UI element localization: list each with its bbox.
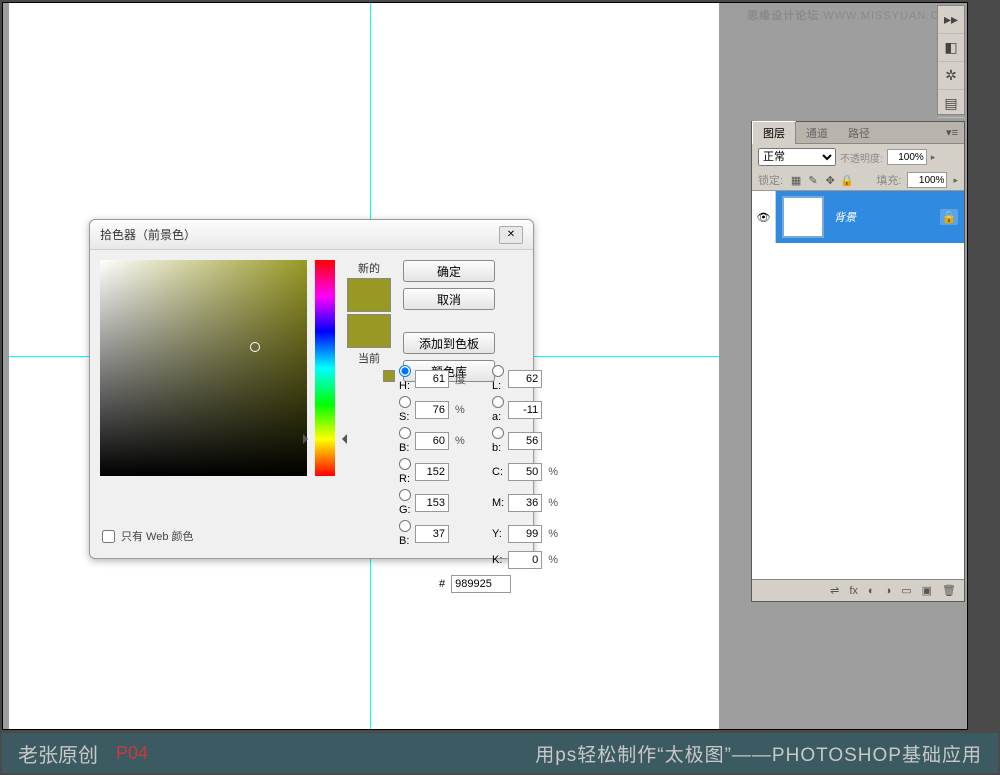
new-color-label: 新的 <box>358 260 380 276</box>
input-k[interactable] <box>508 551 542 569</box>
fill-flyout-icon[interactable]: ▸ <box>953 175 958 186</box>
watermark: 思缘设计论坛 WWW.MISSYUAN.COM <box>747 7 959 23</box>
radio-rgb-b[interactable] <box>399 520 411 532</box>
lock-paint-icon[interactable]: ✎ <box>806 174 820 187</box>
input-g[interactable] <box>415 494 449 512</box>
hex-label: # <box>439 578 445 590</box>
tab-layers[interactable]: 图层 <box>752 121 796 144</box>
mask-icon[interactable]: ◐ <box>868 585 875 597</box>
fx-icon[interactable]: fx <box>849 585 858 597</box>
new-color-swatch <box>347 278 391 312</box>
trash-icon[interactable]: 🗑 <box>942 584 956 597</box>
cancel-button[interactable]: 取消 <box>403 288 495 310</box>
input-rgb-b[interactable] <box>415 525 449 543</box>
color-field[interactable] <box>100 260 307 476</box>
expand-icon[interactable]: ▸▸ <box>938 6 964 34</box>
lock-label: 锁定: <box>758 172 783 188</box>
color-field-cursor[interactable] <box>250 342 260 352</box>
radio-a[interactable] <box>492 396 504 408</box>
right-tool-strip: ▸▸ ◧ ✲ ▤ <box>937 5 965 115</box>
color-values: H:度 L: S:% a: B:% b: R: C:% G: M:% B: Y:… <box>399 365 558 593</box>
input-lab-b[interactable] <box>508 432 542 450</box>
doc-icon[interactable]: ▤ <box>938 90 964 118</box>
input-h[interactable] <box>415 370 449 388</box>
footer-title: 用ps轻松制作“太极图”——PHOTOSHOP基础应用 <box>535 740 982 767</box>
adjustment-icon[interactable]: ◑ <box>885 585 892 597</box>
input-l[interactable] <box>508 370 542 388</box>
footer-page: P04 <box>116 743 148 764</box>
footer-bar: 老张原创 P04 用ps轻松制作“太极图”——PHOTOSHOP基础应用 <box>2 733 998 773</box>
lock-all-icon[interactable]: 🔒 <box>840 174 854 187</box>
input-a[interactable] <box>508 401 542 419</box>
lock-position-icon[interactable]: ✥ <box>823 174 837 187</box>
new-layer-icon[interactable]: ▣ <box>922 584 932 597</box>
opacity-flyout-icon[interactable]: ▸ <box>931 152 936 163</box>
radio-b[interactable] <box>399 427 411 439</box>
input-c[interactable] <box>508 463 542 481</box>
layer-list: 👁 背景 🔒 <box>752 191 964 579</box>
input-y[interactable] <box>508 525 542 543</box>
dialog-title: 拾色器（前景色） <box>100 226 196 243</box>
close-icon[interactable]: ✕ <box>499 226 523 244</box>
layers-panel: 图层 通道 路径 ▾≡ 正常 不透明度: ▸ 锁定: ▦ ✎ ✥ 🔒 填充: ▸ <box>751 121 965 602</box>
radio-h[interactable] <box>399 365 411 377</box>
radio-r[interactable] <box>399 458 411 470</box>
eye-icon[interactable]: 👁 <box>757 211 771 224</box>
lock-row: 锁定: ▦ ✎ ✥ 🔒 填充: ▸ <box>752 170 964 191</box>
opacity-input[interactable] <box>887 149 927 165</box>
input-b[interactable] <box>415 432 449 450</box>
layers-footer: ⇌ fx ◐ ◑ ▭ ▣ 🗑 <box>752 579 964 601</box>
color-picker-dialog: 拾色器（前景色） ✕ 新的 当前 确定 取消 添加到色板 颜色库 H:度 L: <box>89 219 534 559</box>
group-icon[interactable]: ▭ <box>901 584 911 597</box>
layer-lock-icon: 🔒 <box>940 209 958 225</box>
hue-handle[interactable] <box>311 437 339 441</box>
radio-l[interactable] <box>492 365 504 377</box>
input-m[interactable] <box>508 494 542 512</box>
layer-item[interactable]: 👁 背景 🔒 <box>752 191 964 243</box>
web-only-checkbox[interactable]: 只有 Web 颜色 <box>102 528 194 544</box>
gamut-warning-swatch[interactable] <box>383 370 395 382</box>
opacity-label: 不透明度: <box>840 150 883 165</box>
panel-menu-icon[interactable]: ▾≡ <box>940 126 964 139</box>
dialog-titlebar[interactable]: 拾色器（前景色） ✕ <box>90 220 533 250</box>
fill-input[interactable] <box>907 172 947 188</box>
fill-label: 填充: <box>876 172 901 188</box>
radio-g[interactable] <box>399 489 411 501</box>
tab-paths[interactable]: 路径 <box>838 122 880 144</box>
blend-mode-select[interactable]: 正常 <box>758 148 836 166</box>
hue-slider[interactable] <box>315 260 335 476</box>
add-swatch-button[interactable]: 添加到色板 <box>403 332 495 354</box>
layer-options-row: 正常 不透明度: ▸ <box>752 144 964 170</box>
tab-channels[interactable]: 通道 <box>796 122 838 144</box>
panel-tabs: 图层 通道 路径 ▾≡ <box>752 122 964 144</box>
input-r[interactable] <box>415 463 449 481</box>
current-color-label: 当前 <box>358 350 380 366</box>
radio-lab-b[interactable] <box>492 427 504 439</box>
input-hex[interactable] <box>451 575 511 593</box>
layer-name[interactable]: 背景 <box>834 209 856 225</box>
layer-thumbnail[interactable] <box>782 196 824 238</box>
current-color-swatch[interactable] <box>347 314 391 348</box>
link-layers-icon[interactable]: ⇌ <box>830 584 839 597</box>
web-only-input[interactable] <box>102 530 115 543</box>
radio-s[interactable] <box>399 396 411 408</box>
gear-icon[interactable]: ✲ <box>938 62 964 90</box>
input-s[interactable] <box>415 401 449 419</box>
footer-author: 老张原创 <box>18 739 98 768</box>
ok-button[interactable]: 确定 <box>403 260 495 282</box>
history-icon[interactable]: ◧ <box>938 34 964 62</box>
lock-transparent-icon[interactable]: ▦ <box>789 174 803 187</box>
